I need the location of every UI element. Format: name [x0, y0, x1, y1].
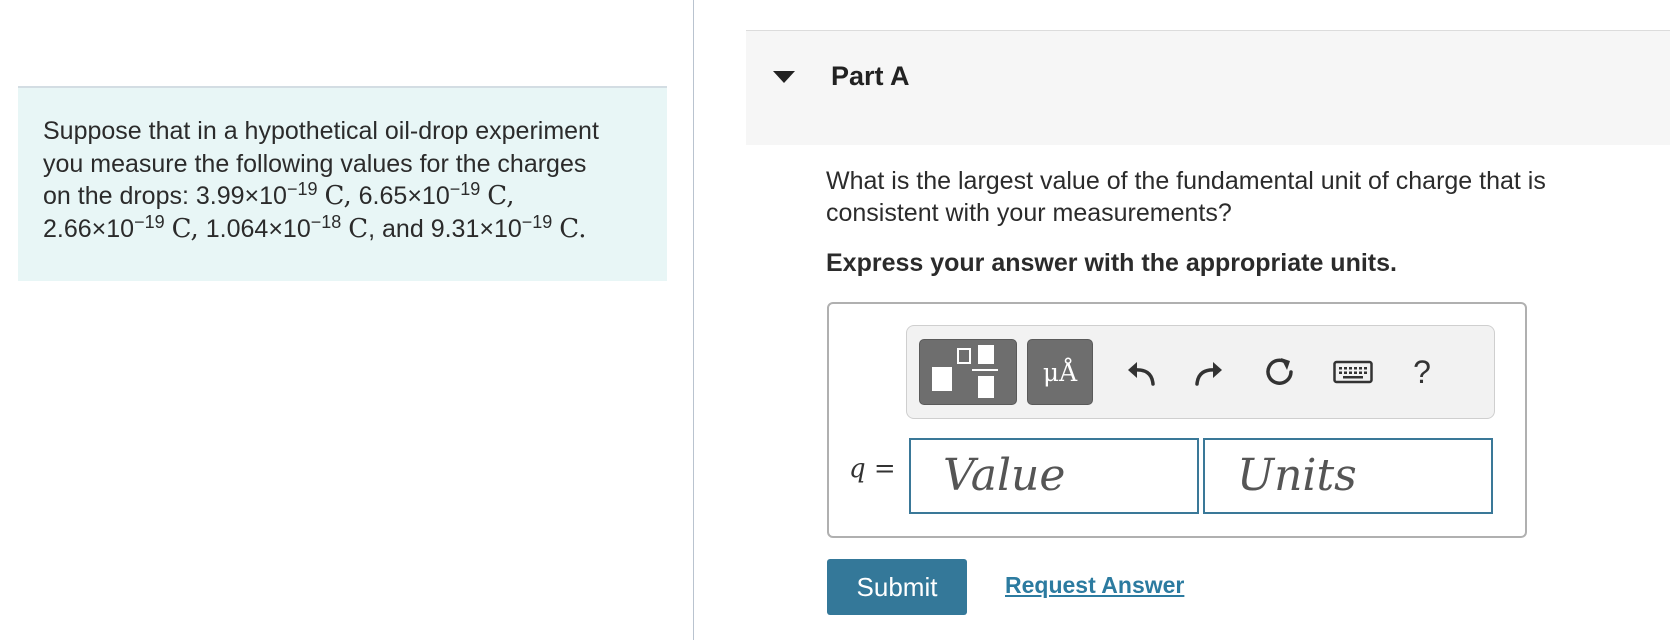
charge-4: 1.064×10−18 C	[205, 211, 369, 244]
templates-icon	[932, 345, 998, 398]
charge-5: 9.31×10−19 C	[430, 211, 579, 244]
charge-3: 2.66×10−19 C	[43, 211, 191, 244]
answer-box: μÅ ? q = Value Units	[827, 302, 1527, 538]
request-answer-link[interactable]: Request Answer	[1005, 572, 1184, 599]
problem-line-2: you measure the following values for the…	[43, 149, 587, 178]
problem-text: Suppose that in a hypothetical oil-drop …	[43, 117, 599, 244]
units-button[interactable]: μÅ	[1027, 339, 1093, 405]
templates-button[interactable]	[919, 339, 1017, 405]
part-title: Part A	[831, 61, 910, 91]
answer-instruction: Express your answer with the appropriate…	[826, 249, 1397, 277]
undo-icon[interactable]	[1119, 350, 1163, 394]
charge-1: 3.99×10−19 C	[195, 179, 344, 211]
answer-variable-label: q =	[849, 454, 896, 484]
charge-2: 6.65×10−19 C	[358, 179, 507, 211]
collapse-caret-icon[interactable]	[773, 71, 795, 83]
help-icon[interactable]: ?	[1400, 350, 1444, 394]
keyboard-icon[interactable]	[1331, 350, 1375, 394]
problem-line-1: Suppose that in a hypothetical oil-drop …	[43, 117, 599, 145]
submit-button[interactable]: Submit	[827, 559, 967, 615]
redo-icon[interactable]	[1187, 350, 1231, 394]
question-text: What is the largest value of the fundame…	[826, 167, 1546, 227]
problem-line-3-prefix: on the drops:	[43, 182, 196, 210]
math-toolbar: μÅ ?	[906, 325, 1495, 419]
units-input[interactable]: Units	[1203, 438, 1493, 514]
value-input[interactable]: Value	[909, 438, 1199, 514]
panel-divider	[693, 0, 694, 640]
problem-statement-panel: Suppose that in a hypothetical oil-drop …	[18, 86, 667, 281]
part-a-header[interactable]: Part A	[746, 30, 1670, 145]
reset-icon[interactable]	[1257, 350, 1301, 394]
